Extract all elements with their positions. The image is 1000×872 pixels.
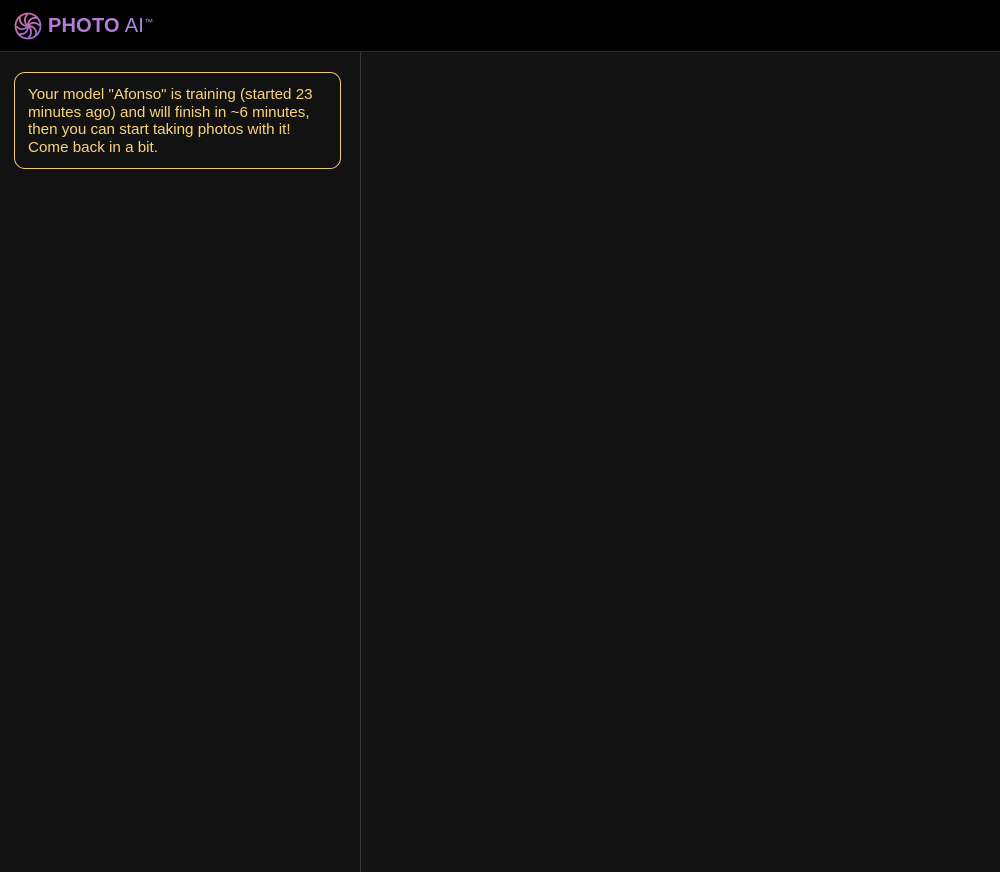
training-status-text: Your model "Afonso" is training (started… (28, 86, 313, 156)
training-status-notice: Your model "Afonso" is training (started… (14, 72, 341, 170)
main-content-area (361, 52, 1000, 872)
brand-trademark: ™ (144, 17, 154, 27)
sidebar-panel: Your model "Afonso" is training (started… (0, 52, 361, 872)
brand-primary: PHOTO (48, 15, 120, 37)
brand-secondary: AI (124, 15, 145, 37)
brand-logo-link[interactable]: PHOTO AI ™ (14, 11, 153, 41)
top-bar: PHOTO AI ™ (0, 0, 1000, 52)
brand-wordmark: PHOTO AI ™ (48, 12, 153, 40)
swirl-logo-icon (14, 12, 42, 40)
